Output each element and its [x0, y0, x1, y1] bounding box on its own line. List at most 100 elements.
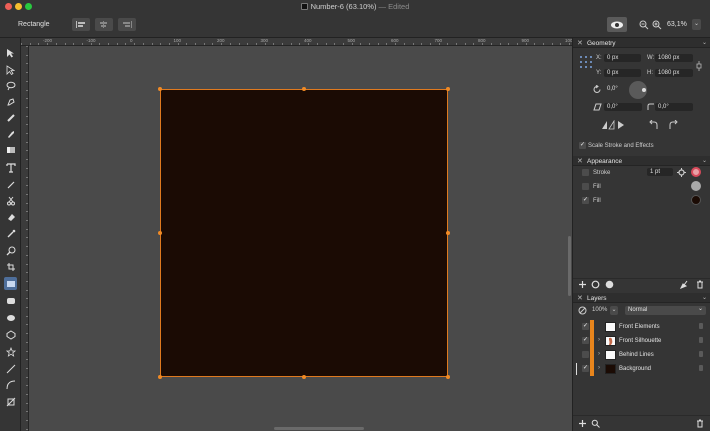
rounded-rect-tool[interactable]: [4, 294, 17, 307]
resize-handle-bottom-left[interactable]: [158, 375, 162, 379]
eraser-icon: [7, 213, 15, 221]
vertical-scrollbar[interactable]: [568, 236, 571, 296]
shear-field[interactable]: 0,0°: [604, 103, 642, 111]
star-tool[interactable]: [4, 345, 17, 358]
zoom-tool[interactable]: [4, 244, 17, 257]
fill-tool[interactable]: [4, 143, 17, 156]
eraser-tool[interactable]: [4, 210, 17, 223]
trash-icon[interactable]: [696, 280, 704, 289]
collapse-chevron-icon[interactable]: ⌄: [702, 39, 707, 46]
expand-arrow-icon[interactable]: ›: [598, 351, 600, 357]
align-center-button[interactable]: [95, 18, 113, 31]
rotate-left-icon[interactable]: [649, 120, 659, 130]
canvas[interactable]: [29, 46, 572, 431]
broom-icon[interactable]: [680, 280, 689, 289]
transform-tool[interactable]: [4, 395, 17, 408]
stroke-width-field[interactable]: 1 pt: [647, 168, 673, 176]
x-field[interactable]: 0 px: [604, 54, 641, 62]
arc-tool[interactable]: [4, 378, 17, 391]
zoom-in-icon[interactable]: [652, 20, 662, 30]
resize-handle-bottom-right[interactable]: [446, 375, 450, 379]
corner-field[interactable]: 0,0°: [655, 103, 693, 111]
link-proportions-icon[interactable]: [696, 60, 702, 72]
resize-handle-top[interactable]: [302, 87, 306, 91]
lock-icon[interactable]: [699, 365, 703, 371]
resize-handle-left[interactable]: [158, 231, 162, 235]
layer-row[interactable]: ✓ › Front Silhouette: [573, 334, 710, 348]
fill-2-color-swatch[interactable]: [691, 195, 701, 205]
brush-tool[interactable]: [4, 127, 17, 140]
layer-row[interactable]: ✓ Front Elements: [573, 320, 710, 334]
rotate-right-icon[interactable]: [668, 120, 678, 130]
lock-icon[interactable]: [699, 351, 703, 357]
fill-1-color-swatch[interactable]: [691, 181, 701, 191]
scissors-tool[interactable]: [4, 194, 17, 207]
trash-icon[interactable]: [696, 419, 704, 428]
collapse-chevron-icon[interactable]: ⌄: [702, 157, 707, 164]
eyedropper-tool[interactable]: [4, 227, 17, 240]
add-layer-icon[interactable]: [578, 419, 587, 428]
add-icon[interactable]: [578, 280, 587, 289]
gear-icon[interactable]: [677, 168, 686, 177]
layer-visibility-checkbox[interactable]: ✓: [582, 337, 589, 344]
stroke-checkbox[interactable]: [582, 169, 589, 176]
expand-arrow-icon[interactable]: ›: [598, 365, 600, 371]
collapse-chevron-icon[interactable]: ⌄: [702, 294, 707, 301]
stroke-color-swatch[interactable]: [691, 167, 701, 177]
opacity-value[interactable]: 100%: [592, 307, 607, 313]
layer-row[interactable]: › Behind Lines: [573, 348, 710, 362]
blend-mode-select[interactable]: Normal ⌄: [625, 306, 706, 315]
close-panel-icon[interactable]: ✕: [577, 294, 583, 302]
move-tool[interactable]: [4, 46, 17, 59]
eyedropper-tool-alt[interactable]: [4, 178, 17, 191]
flip-horizontal-icon[interactable]: [601, 120, 625, 130]
resize-handle-bottom[interactable]: [302, 375, 306, 379]
rotation-field[interactable]: 0,0°: [604, 85, 626, 93]
pencil-tool[interactable]: [4, 111, 17, 124]
appearance-header[interactable]: ✕ Appearance ⌄: [573, 156, 710, 166]
add-fill-icon[interactable]: [605, 280, 614, 289]
rectangle-tool[interactable]: [4, 277, 17, 290]
crop-tool[interactable]: [4, 260, 17, 273]
add-stroke-icon[interactable]: [591, 280, 600, 289]
resize-handle-top-right[interactable]: [446, 87, 450, 91]
text-tool[interactable]: [4, 161, 17, 174]
lasso-tool[interactable]: [4, 79, 17, 92]
fill-1-checkbox[interactable]: [582, 183, 589, 190]
anchor-grid-icon[interactable]: [579, 55, 593, 69]
pen-tool[interactable]: [4, 95, 17, 108]
lock-icon[interactable]: [699, 337, 703, 343]
layer-visibility-checkbox[interactable]: ✓: [582, 365, 589, 372]
align-left-button[interactable]: [72, 18, 90, 31]
geometry-header[interactable]: ✕ Geometry ⌄: [573, 38, 710, 48]
layer-row[interactable]: ✓ › Background: [573, 362, 710, 376]
preview-button[interactable]: [607, 17, 627, 32]
polygon-tool[interactable]: [4, 328, 17, 341]
layers-header[interactable]: ✕ Layers ⌄: [573, 293, 710, 303]
layer-visibility-checkbox[interactable]: [582, 351, 589, 358]
expand-arrow-icon[interactable]: ›: [598, 337, 600, 343]
zoom-out-icon[interactable]: [639, 20, 649, 30]
resize-handle-top-left[interactable]: [158, 87, 162, 91]
rectangle-shape[interactable]: [160, 89, 448, 377]
rotation-dial-knob[interactable]: [642, 88, 646, 92]
horizontal-scrollbar[interactable]: [274, 427, 364, 430]
scale-stroke-checkbox[interactable]: ✓: [579, 142, 586, 149]
layer-visibility-checkbox[interactable]: ✓: [582, 323, 589, 330]
resize-handle-right[interactable]: [446, 231, 450, 235]
lock-icon[interactable]: [699, 323, 703, 329]
opacity-dropdown-chevron-icon[interactable]: ⌄: [610, 306, 618, 315]
height-field[interactable]: 1080 px: [655, 69, 693, 77]
ellipse-tool[interactable]: [4, 311, 17, 324]
fill-2-checkbox[interactable]: ✓: [582, 197, 589, 204]
line-tool[interactable]: [4, 362, 17, 375]
align-right-button[interactable]: [118, 18, 136, 31]
close-panel-icon[interactable]: ✕: [577, 157, 583, 165]
close-panel-icon[interactable]: ✕: [577, 39, 583, 47]
zoom-dropdown-chevron-icon[interactable]: ⌄: [692, 19, 701, 30]
y-field[interactable]: 0 px: [604, 69, 641, 77]
node-tool[interactable]: [4, 63, 17, 76]
zoom-level[interactable]: 63,1%: [667, 21, 687, 28]
search-icon[interactable]: [591, 419, 600, 428]
width-field[interactable]: 1080 px: [655, 54, 693, 62]
